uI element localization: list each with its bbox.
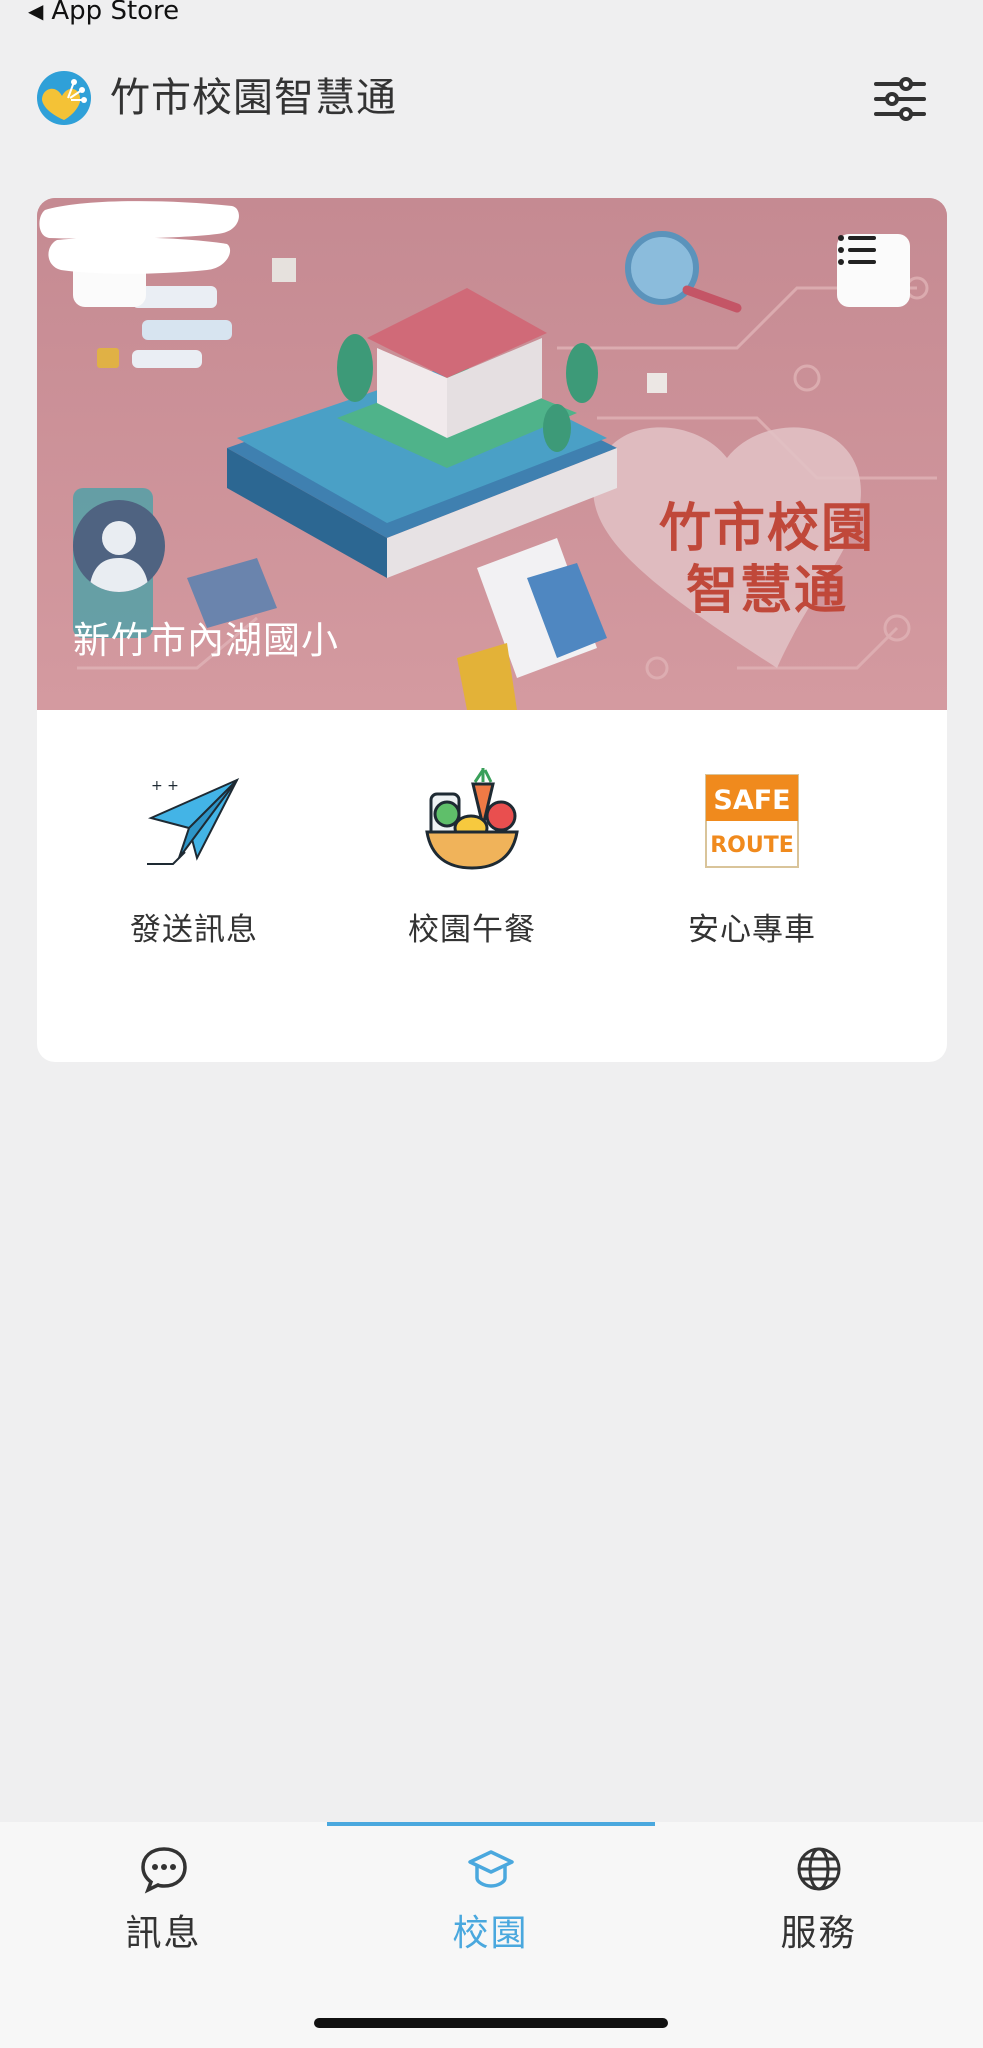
- tab-services[interactable]: 服務: [655, 1844, 982, 1956]
- banner-logo-line1: 竹市校園: [658, 499, 875, 559]
- lunch-basket-icon: [417, 766, 527, 876]
- service-safe-route[interactable]: SAFE ROUTE 安心專車: [642, 766, 862, 949]
- app-title: 竹市校園智慧通: [110, 75, 397, 121]
- service-school-lunch[interactable]: 校園午餐: [362, 766, 582, 949]
- svg-text:+ +: + +: [151, 778, 179, 794]
- tab-campus[interactable]: 校園: [327, 1844, 654, 1956]
- default-user-icon: [89, 521, 149, 592]
- chat-bubble-icon: [139, 1844, 189, 1894]
- service-label: 安心專車: [688, 912, 816, 948]
- campus-banner: 新竹市內湖國小 竹市校園 智慧通: [37, 198, 947, 710]
- list-icon: [838, 235, 876, 265]
- safe-route-icon: SAFE ROUTE: [697, 766, 807, 876]
- tab-messages[interactable]: 訊息: [0, 1844, 327, 1956]
- route-text: ROUTE: [710, 833, 794, 858]
- app-header: 竹市校園智慧通: [0, 60, 983, 132]
- user-avatar[interactable]: [73, 500, 165, 592]
- back-label: App Store: [51, 0, 180, 26]
- service-label: 發送訊息: [130, 912, 258, 948]
- redacted-user-name: [39, 201, 239, 274]
- campus-card: 新竹市內湖國小 竹市校園 智慧通 + + 發送訊息 校園午餐 SAFE ROUT…: [37, 198, 947, 1062]
- service-label: 校園午餐: [408, 912, 536, 948]
- active-tab-indicator: [327, 1822, 655, 1826]
- safe-text: SAFE: [713, 785, 790, 816]
- tab-label: 校園: [452, 1913, 529, 1954]
- settings-sliders-icon[interactable]: [870, 74, 930, 124]
- service-send-message[interactable]: + + 發送訊息: [84, 766, 304, 949]
- school-name: 新竹市內湖國小: [73, 619, 339, 662]
- back-triangle-icon: ◀: [28, 0, 44, 23]
- graduation-cap-icon: [466, 1844, 516, 1894]
- tab-label: 服務: [780, 1913, 857, 1954]
- paper-plane-icon: + +: [139, 766, 249, 876]
- back-to-app-store[interactable]: ◀ App Store: [28, 0, 179, 26]
- service-grid: + + 發送訊息 校園午餐 SAFE ROUTE 安心專車: [37, 766, 947, 986]
- menu-list-button[interactable]: [837, 234, 910, 307]
- banner-app-logo-text: 竹市校園 智慧通: [637, 498, 897, 622]
- globe-icon: [794, 1844, 844, 1894]
- app-logo-icon: [36, 70, 92, 126]
- bottom-tab-bar: 訊息 校園 服務: [0, 1822, 983, 2048]
- home-indicator[interactable]: [314, 2018, 668, 2028]
- tab-label: 訊息: [125, 1913, 202, 1954]
- banner-logo-line2: 智慧通: [685, 561, 848, 621]
